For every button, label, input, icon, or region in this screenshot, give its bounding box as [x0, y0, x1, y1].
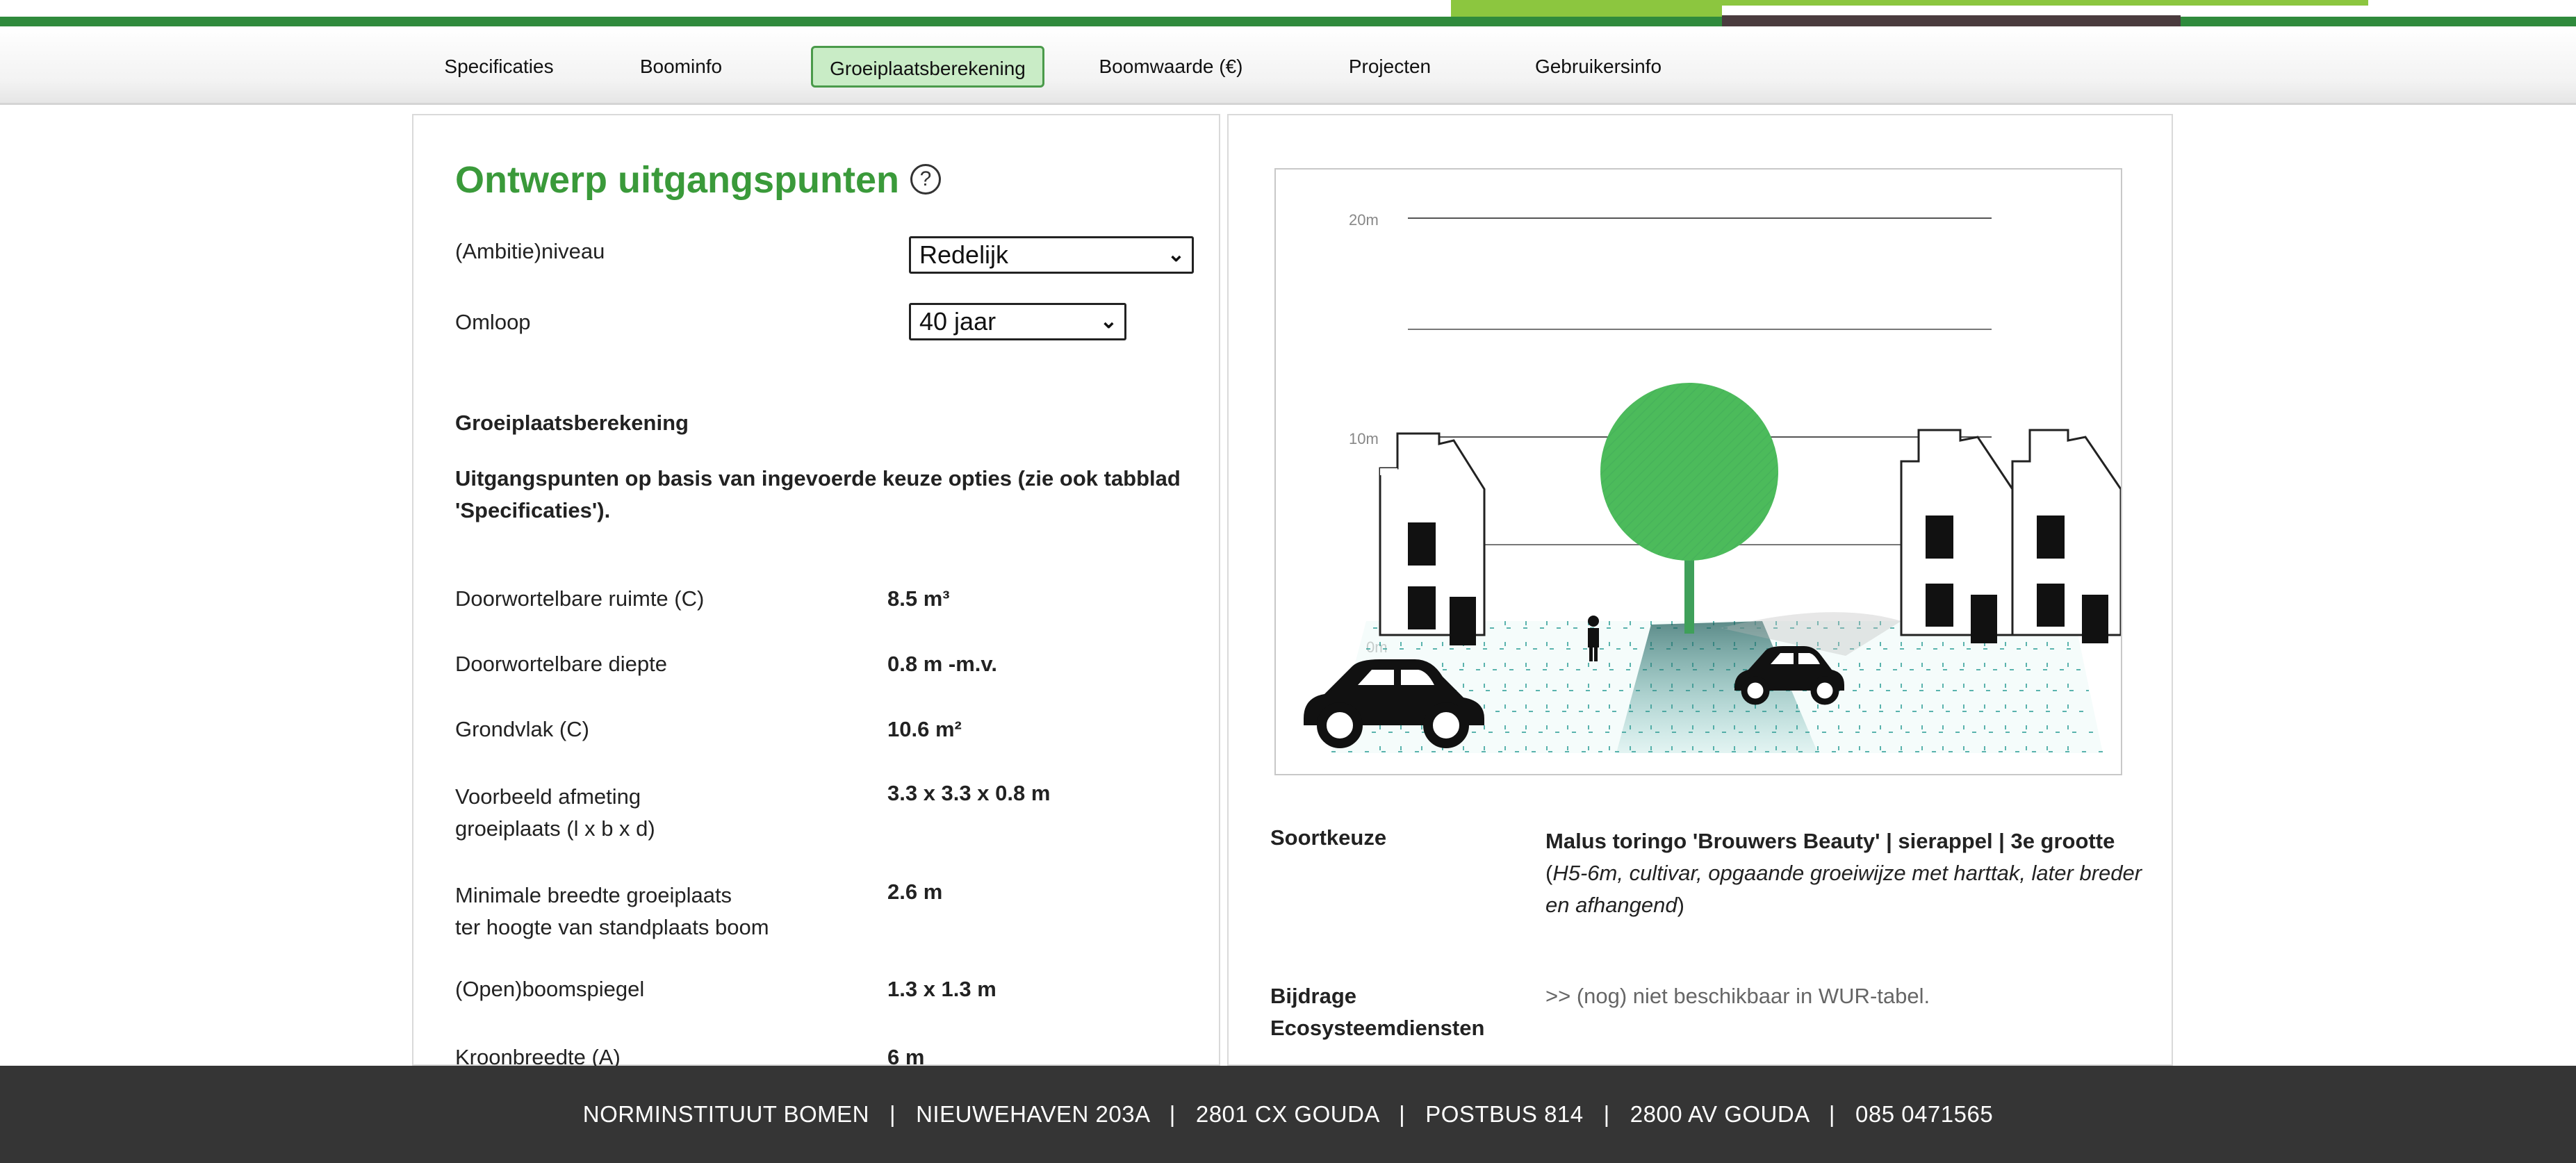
row-value: 8.5 m³ — [887, 586, 950, 611]
chevron-down-icon: ⌄ — [1167, 243, 1185, 266]
tab-boomwaarde[interactable]: Boomwaarde (€) — [1084, 46, 1258, 88]
ambition-select[interactable]: Redelijk ⌄ — [909, 236, 1194, 274]
footer: NORMINSTITUUT BOMEN | NIEUWEHAVEN 203A |… — [0, 1066, 2576, 1163]
top-brand-bar — [0, 0, 2576, 26]
tree-space-illustration: 20m 10m 0m — [1274, 168, 2122, 775]
ecosystem-value: >> (nog) niet beschikbaar in WUR-tabel. — [1545, 984, 1930, 1008]
ecosystem-label: Bijdrage Ecosysteemdiensten — [1270, 980, 1484, 1044]
house-left — [1379, 432, 1486, 645]
row-label: Doorwortelbare diepte — [455, 652, 668, 676]
species-value: Malus toringo 'Brouwers Beauty' | sierap… — [1545, 825, 2143, 921]
section-intro: Uitgangspunten op basis van ingevoerde k… — [455, 466, 1181, 522]
ambition-label: (Ambitie)niveau — [455, 239, 605, 263]
ecosystem-label-line: Ecosysteemdiensten — [1270, 1016, 1485, 1040]
tab-specificaties[interactable]: Specificaties — [429, 46, 568, 88]
main-nav: Specificaties Boominfo Groeiplaatsbereke… — [0, 26, 2576, 105]
row-label: (Open)boomspiegel — [455, 977, 645, 1001]
row-value: 3.3 x 3.3 x 0.8 m — [887, 781, 1051, 805]
rotation-select[interactable]: 40 jaar ⌄ — [909, 303, 1126, 340]
species-desc: (H5-6m, cultivar, opgaande groeiwijze me… — [1545, 861, 2142, 917]
row-value: 1.3 x 1.3 m — [887, 977, 996, 1001]
row-label-line: groeiplaats (l x b x d) — [455, 816, 655, 841]
row-label: Voorbeeld afmeting groeiplaats (l x b x … — [455, 781, 655, 845]
footer-address: NORMINSTITUUT BOMEN | NIEUWEHAVEN 203A |… — [582, 1101, 1994, 1127]
ambition-select-value: Redelijk — [919, 240, 1009, 269]
brand-bar-segment — [1722, 0, 2368, 6]
tab-boominfo[interactable]: Boominfo — [625, 46, 737, 88]
row-label-line: Voorbeeld afmeting — [455, 784, 641, 809]
rotation-select-value: 40 jaar — [919, 307, 996, 336]
tab-gebruikersinfo[interactable]: Gebruikersinfo — [1515, 46, 1682, 88]
row-label-line: ter hoogte van standplaats boom — [455, 915, 769, 939]
rotation-label: Omloop — [455, 310, 531, 334]
tab-groeiplaatsberekening[interactable]: Groeiplaatsberekening — [811, 46, 1044, 88]
house-right — [1900, 429, 2122, 643]
row-value: 10.6 m² — [887, 717, 962, 741]
illustration-panel: 20m 10m 0m — [1227, 114, 2173, 1066]
row-value: 2.6 m — [887, 880, 943, 904]
illustration-svg: 20m 10m 0m — [1304, 211, 2122, 753]
species-name: Malus toringo 'Brouwers Beauty' | sierap… — [1545, 829, 2115, 853]
chevron-down-icon: ⌄ — [1099, 310, 1117, 333]
height-label: 10m — [1349, 430, 1379, 447]
row-label-line: Minimale breedte groeiplaats — [455, 883, 732, 907]
row-value: 0.8 m -m.v. — [887, 652, 997, 676]
page-title: Ontwerp uitgangspunten — [455, 159, 899, 201]
species-label: Soortkeuze — [1270, 825, 1387, 850]
brand-bar-segment — [2181, 17, 2576, 26]
tab-projecten[interactable]: Projecten — [1334, 46, 1445, 88]
brand-bar-segment — [1451, 0, 1722, 17]
species-desc-italic: H5-6m, cultivar, opgaande groeiwijze met… — [1545, 861, 2142, 917]
row-label: Grondvlak (C) — [455, 717, 589, 741]
design-panel: Ontwerp uitgangspunten ? (Ambitie)niveau… — [412, 114, 1220, 1069]
help-icon[interactable]: ? — [910, 164, 941, 195]
height-label: 20m — [1349, 211, 1379, 229]
ecosystem-label-line: Bijdrage — [1270, 984, 1357, 1008]
row-label: Doorwortelbare ruimte (C) — [455, 586, 705, 611]
row-label: Minimale breedte groeiplaats ter hoogte … — [455, 880, 769, 943]
brand-bar-segment — [1722, 15, 2181, 26]
section-title: Groeiplaatsberekening — [455, 411, 689, 435]
tree-illustration — [1600, 383, 1778, 634]
